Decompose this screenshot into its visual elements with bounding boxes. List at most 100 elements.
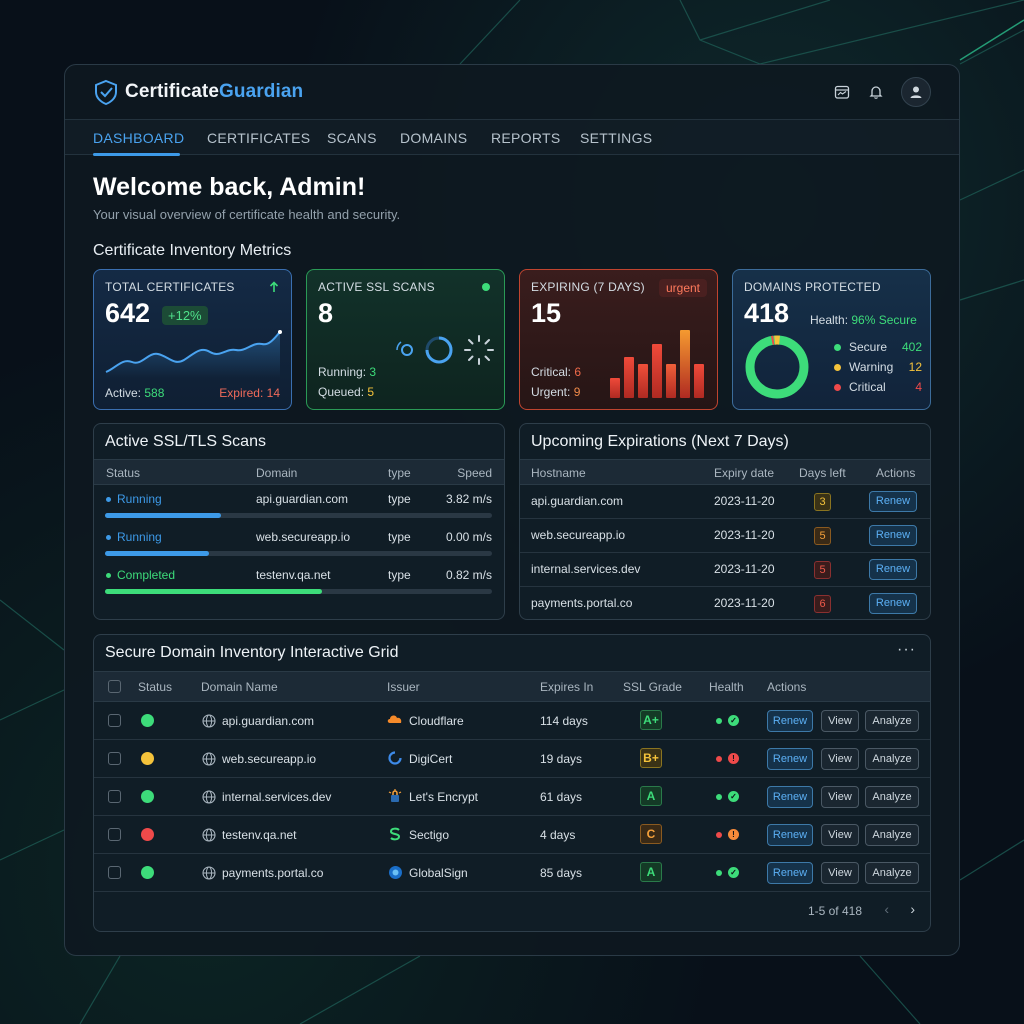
urgent-count: Urgent: 9 — [531, 385, 580, 399]
table-row[interactable]: internal.services.dev Let's Encrypt 61 day… — [94, 778, 930, 816]
domains-protected-card[interactable]: DOMAINS PROTECTED 418 Health: 96% Secure… — [732, 269, 931, 410]
domain-name[interactable]: testenv.qa.net — [222, 828, 297, 842]
scan-progress-fill — [105, 513, 222, 518]
view-button[interactable]: View — [821, 748, 859, 770]
col-actions: Actions — [767, 680, 807, 694]
scan-progress-bar — [105, 513, 492, 518]
renew-button[interactable]: Renew — [767, 748, 813, 770]
bell-icon[interactable] — [867, 83, 885, 101]
legend-value: 4 — [915, 380, 922, 394]
expirations-table-header: Hostname Expiry date Days left Actions — [520, 459, 930, 485]
row-checkbox[interactable] — [108, 790, 121, 803]
renew-button[interactable]: Renew — [869, 525, 917, 546]
domain-name[interactable]: web.secureapp.io — [222, 752, 316, 766]
card-value: 8 — [318, 298, 334, 328]
next-page-icon[interactable]: › — [910, 901, 915, 917]
view-button[interactable]: View — [821, 710, 859, 732]
critical-count: Critical: 6 — [531, 365, 581, 379]
status-indicator — [141, 866, 154, 879]
tab-dashboard[interactable]: DASHBOARD — [93, 130, 184, 146]
expiring-bar — [638, 364, 648, 398]
col-health: Health — [709, 680, 744, 694]
brand-logo[interactable]: CertificateGuardian — [93, 79, 303, 105]
col-days-left: Days left — [799, 466, 846, 480]
analyze-button[interactable]: Analyze — [865, 748, 919, 770]
analyze-button[interactable]: Analyze — [865, 824, 919, 846]
legend-label: Secure — [849, 340, 888, 354]
scan-status: Running — [106, 492, 162, 506]
warning-icon: ! — [728, 829, 739, 840]
renew-button[interactable]: Renew — [767, 786, 813, 808]
domain-name[interactable]: internal.services.dev — [222, 790, 331, 804]
topbar: CertificateGuardian — [65, 65, 959, 119]
running-count: Running: 3 — [318, 365, 376, 379]
view-button[interactable]: View — [821, 824, 859, 846]
row-checkbox[interactable] — [108, 714, 121, 727]
active-count: Active: 588 — [105, 386, 164, 400]
analyze-button[interactable]: Analyze — [865, 710, 919, 732]
table-row[interactable]: web.secureapp.io DigiCert 19 days B+! Renew V… — [94, 740, 930, 778]
renew-button[interactable]: Renew — [767, 862, 813, 884]
row-checkbox[interactable] — [108, 866, 121, 879]
total-certificates-card[interactable]: TOTAL CERTIFICATES 642 +12% Active: 588 … — [93, 269, 292, 410]
globe-icon — [202, 866, 216, 880]
shield-icon — [95, 79, 117, 105]
prev-page-icon[interactable]: ‹ — [884, 901, 889, 917]
col-hostname: Hostname — [531, 466, 586, 480]
ssl-grade-badge: A+ — [640, 710, 662, 730]
expiring-bar — [680, 330, 690, 398]
scan-progress-fill — [105, 551, 210, 556]
scan-progress-fill — [105, 589, 322, 594]
sectigo-icon — [387, 827, 403, 843]
table-row[interactable]: api.guardian.com Cloudflare 114 days A+ ✓ Ren… — [94, 702, 930, 740]
check-icon: ✓ — [728, 867, 739, 878]
tab-scans[interactable]: SCANS — [327, 130, 377, 146]
row-checkbox[interactable] — [108, 752, 121, 765]
tab-reports[interactable]: REPORTS — [491, 130, 561, 146]
health-dot — [716, 756, 722, 762]
urgent-label: Urgent: — [531, 385, 571, 399]
select-all-checkbox[interactable] — [108, 680, 121, 693]
renew-button[interactable]: Renew — [767, 710, 813, 732]
change-badge: +12% — [162, 306, 208, 325]
avatar[interactable] — [901, 77, 931, 107]
scan-status: Completed — [106, 568, 175, 582]
exp-hostname: payments.portal.co — [531, 596, 633, 610]
table-row[interactable]: testenv.qa.net Sectigo 4 days C! Renew View An… — [94, 816, 930, 854]
scan-status-label: Completed — [117, 568, 176, 582]
renew-button[interactable]: Renew — [767, 824, 813, 846]
domain-name[interactable]: api.guardian.com — [222, 714, 314, 728]
col-ssl-grade: SSL Grade — [623, 680, 682, 694]
view-button[interactable]: View — [821, 786, 859, 808]
digicert-icon — [387, 751, 403, 767]
renew-button[interactable]: Renew — [869, 491, 917, 512]
days-left-badge: 5 — [814, 527, 831, 545]
analyze-button[interactable]: Analyze — [865, 786, 919, 808]
expires-in: 114 days — [540, 714, 588, 728]
renew-button[interactable]: Renew — [869, 593, 917, 614]
globe-icon — [202, 790, 216, 804]
col-type: type — [388, 466, 411, 480]
table-row[interactable]: payments.portal.co GlobalSign 85 days A ✓ Ren… — [94, 854, 930, 892]
queued-count: Queued: 5 — [318, 385, 374, 399]
analyze-button[interactable]: Analyze — [865, 862, 919, 884]
more-options-icon[interactable]: ··· — [897, 641, 916, 659]
scan-type: type — [388, 492, 411, 506]
calendar-icon[interactable] — [833, 83, 851, 101]
globe-icon — [202, 714, 216, 728]
main-nav: DASHBOARD CERTIFICATES SCANS DOMAINS REP… — [65, 119, 959, 156]
days-left-badge: 6 — [814, 595, 831, 613]
row-checkbox[interactable] — [108, 828, 121, 841]
issuer-name: DigiCert — [409, 752, 453, 766]
domain-name[interactable]: payments.portal.co — [222, 866, 323, 880]
expiring-card[interactable]: EXPIRING (7 DAYS) urgent 15 Critical: 6 … — [519, 269, 718, 410]
legend-label: Critical — [849, 380, 886, 394]
view-button[interactable]: View — [821, 862, 859, 884]
tab-domains[interactable]: DOMAINS — [400, 130, 467, 146]
tab-certificates[interactable]: CERTIFICATES — [207, 130, 310, 146]
active-scans-card[interactable]: ACTIVE SSL SCANS 8 Running: 3 Queued: 5 — [306, 269, 505, 410]
renew-button[interactable]: Renew — [869, 559, 917, 580]
health-dot — [716, 832, 722, 838]
ssl-grade-badge: C — [640, 824, 662, 844]
tab-settings[interactable]: SETTINGS — [580, 130, 652, 146]
